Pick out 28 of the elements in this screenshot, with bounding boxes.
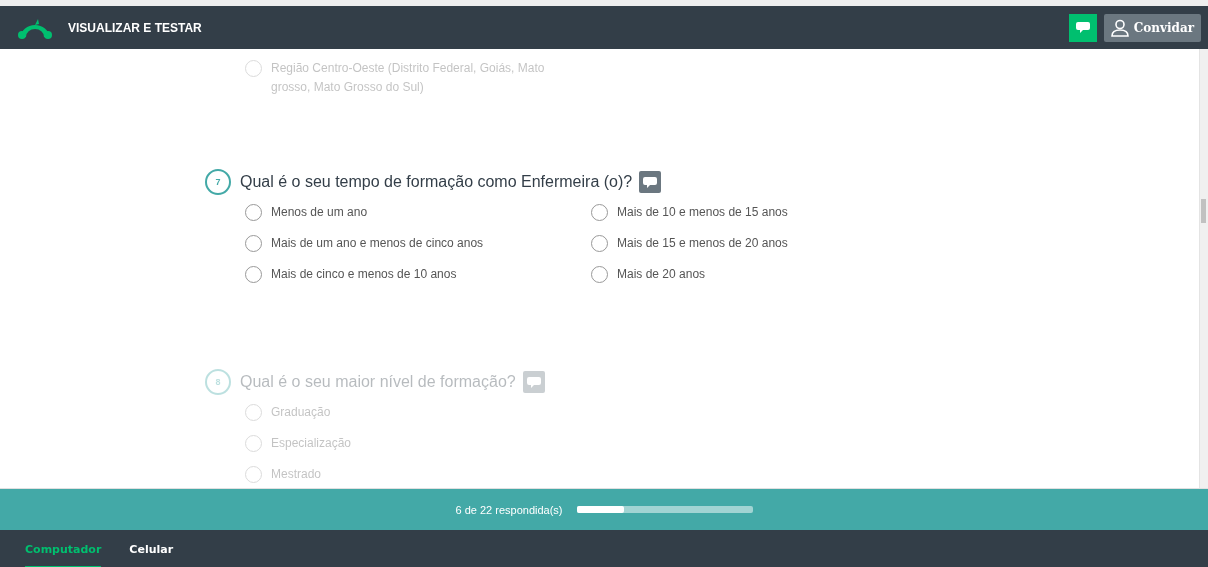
progress-text: 6 de 22 respondida(s) (455, 503, 563, 516)
question-title: Qual é o seu maior nível de formação? (240, 373, 516, 391)
radio-button[interactable] (591, 266, 608, 283)
option-label[interactable]: Mais de um ano e menos de cinco anos (271, 234, 484, 253)
feedback-button[interactable] (1068, 13, 1097, 42)
page-title: VISUALIZAR E TESTAR (68, 20, 202, 35)
option-label[interactable]: Mais de 20 anos (617, 265, 706, 284)
scrollbar[interactable] (1199, 49, 1208, 488)
question-number: 8 (205, 369, 231, 395)
invite-button[interactable]: Convidar (1103, 13, 1201, 42)
radio-button[interactable] (591, 204, 608, 221)
comment-icon (1075, 21, 1090, 34)
radio-button[interactable] (245, 204, 262, 221)
device-tab[interactable]: Celular (129, 530, 174, 567)
question-number: 7 (205, 169, 231, 195)
comment-icon (526, 375, 541, 389)
option-label[interactable]: Mais de 10 e menos de 15 anos (617, 203, 788, 222)
radio-button[interactable] (591, 235, 608, 252)
option-label[interactable]: Mais de 15 e menos de 20 anos (617, 234, 788, 253)
option-label[interactable]: Menos de um ano (271, 203, 368, 222)
question-title: Qual é o seu tempo de formação como Enfermeira (o)? (240, 173, 633, 191)
comment-icon (643, 175, 658, 189)
radio-button[interactable] (245, 266, 262, 283)
device-tab[interactable]: Computador (25, 530, 102, 567)
user-icon (1110, 18, 1129, 37)
radio-button[interactable] (245, 235, 262, 252)
option-label[interactable]: Mais de cinco e menos de 10 anos (271, 265, 457, 284)
comment-button[interactable] (639, 171, 662, 193)
